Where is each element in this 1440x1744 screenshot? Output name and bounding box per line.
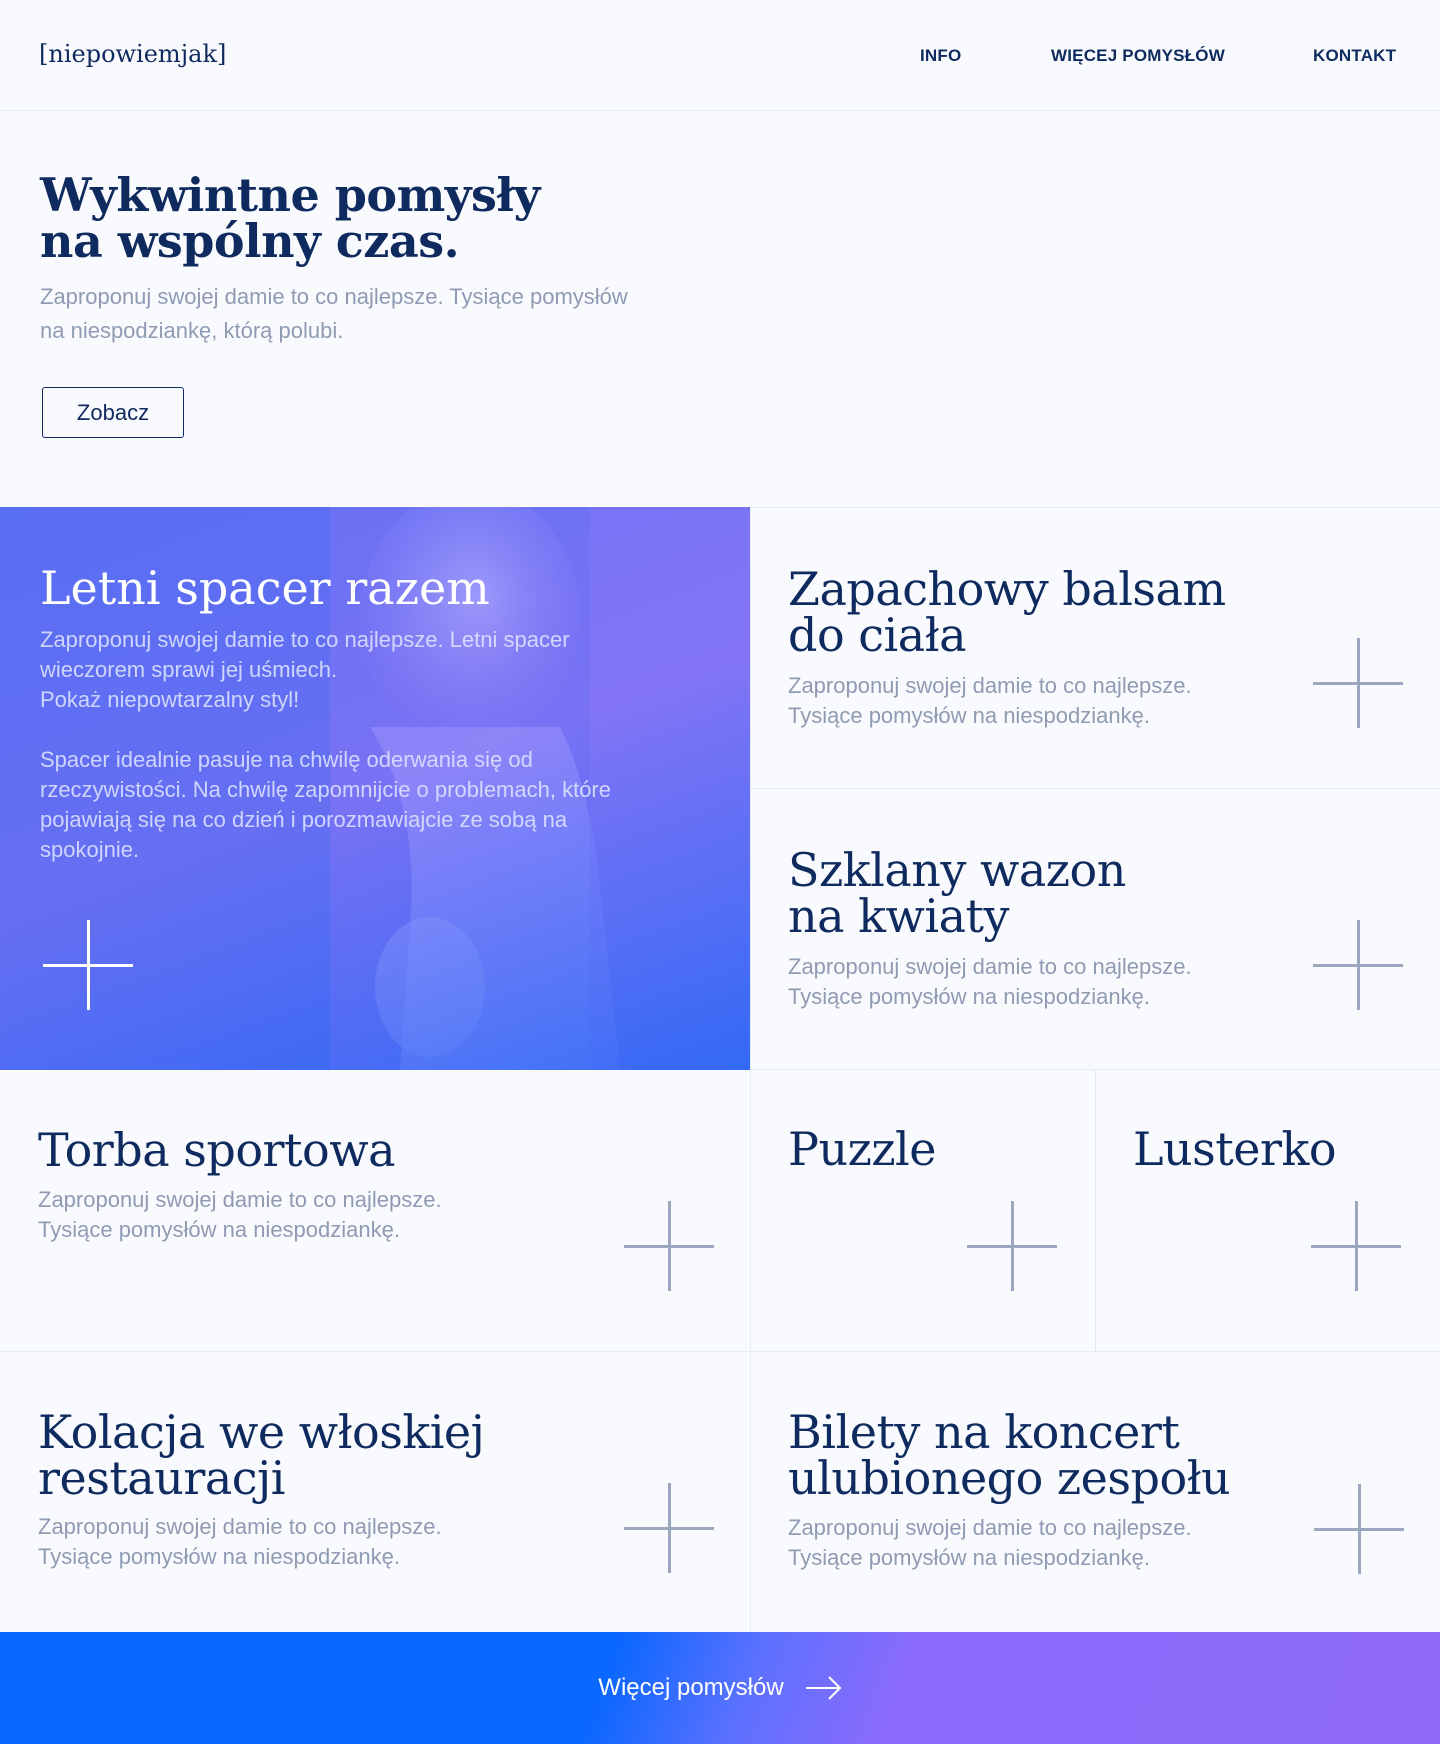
card-desc-line: Tysiące pomysłów na niespodziankę. [38,1544,400,1569]
card-desc-line: Tysiące pomysłów na niespodziankę. [788,1545,1150,1570]
hero-title-line-1: Wykwintne pomysły [40,168,540,222]
card-title: Lusterko [1133,1122,1337,1176]
card-desc-line: Zaproponuj swojej damie to co najlepsze. [788,1515,1192,1540]
more-ideas-label: Więcej pomysłów [598,1674,784,1701]
plus-icon[interactable] [1314,1484,1404,1574]
featured-card-summer-walk[interactable]: Letni spacer razem Zaproponuj swojej dam… [0,507,750,1070]
card-title: Puzzle [788,1126,936,1172]
featured-desc-line: Zaproponuj swojej damie to co najlepsze.… [40,627,570,652]
hero-subtitle-line-2: na niespodziankę, którą polubi. [40,318,344,343]
featured-desc-line: rzeczywistości. Na chwilę zapomnijcie o … [40,777,611,802]
card-desc-line: Tysiące pomysłów na niespodziankę. [788,984,1150,1009]
card-title-line: na kwiaty [788,889,1010,943]
see-button[interactable]: Zobacz [42,387,184,438]
card-title: Zapachowy balsam do ciała [788,566,1226,658]
arrow-right-icon [805,1676,842,1700]
card-description: Zaproponuj swojej damie to co najlepsze.… [788,671,1192,731]
card-description: Zaproponuj swojej damie to co najlepsze.… [788,1513,1192,1573]
featured-desc-line: wieczorem sprawi jej uśmiech. [40,657,338,682]
nav-item-more-ideas[interactable]: WIĘCEJ POMYSŁÓW [1051,46,1225,66]
site-header: [niepowiemjak] INFO WIĘCEJ POMYSŁÓW KONT… [0,0,1440,111]
card-title-line: Szklany wazon [788,843,1126,897]
card-desc-line: Tysiące pomysłów na niespodziankę. [38,1217,400,1242]
plus-icon[interactable] [1311,1201,1401,1291]
card-title: Szklany wazon na kwiaty [788,847,1126,939]
card-concert-tickets[interactable]: Bilety na koncert ulubionego zespołu Zap… [751,1352,1440,1632]
card-description: Zaproponuj swojej damie to co najlepsze.… [38,1185,442,1245]
card-desc-line: Zaproponuj swojej damie to co najlepsze. [38,1187,442,1212]
card-title-line: Lusterko [1133,1122,1337,1176]
featured-desc-line: Spacer idealnie pasuje na chwilę oderwan… [40,747,533,772]
card-sports-bag[interactable]: Torba sportowa Zaproponuj swojej damie t… [0,1070,750,1351]
featured-desc-line: spokojnie. [40,837,140,862]
plus-icon[interactable] [1313,638,1403,728]
card-title-line: ulubionego zespołu [788,1451,1231,1505]
plus-icon[interactable] [1313,920,1403,1010]
card-title: Torba sportowa [38,1123,396,1177]
nav-item-info[interactable]: INFO [920,46,961,66]
featured-title: Letni spacer razem [40,561,490,615]
featured-description: Zaproponuj swojej damie to co najlepsze.… [40,625,680,865]
nav-item-contact[interactable]: KONTAKT [1313,46,1396,66]
featured-desc-line: Pokaż niepowtarzalny styl! [40,687,300,712]
card-desc-line: Zaproponuj swojej damie to co najlepsze. [788,954,1192,979]
card-mirror[interactable]: Lusterko [1096,1070,1440,1351]
site-logo[interactable]: [niepowiemjak] [39,40,226,68]
card-balsam[interactable]: Zapachowy balsam do ciała Zaproponuj swo… [751,508,1440,788]
card-vase[interactable]: Szklany wazon na kwiaty Zaproponuj swoje… [751,789,1440,1069]
card-title-line: Zapachowy balsam [788,562,1226,616]
plus-icon[interactable] [967,1201,1057,1291]
plus-icon[interactable] [624,1483,714,1573]
hero-subtitle: Zaproponuj swojej damie to co najlepsze.… [40,280,700,348]
hero-title: Wykwintne pomysły na wspólny czas. [40,172,680,264]
card-desc-line: Zaproponuj swojej damie to co najlepsze. [788,673,1192,698]
card-desc-line: Zaproponuj swojej damie to co najlepsze. [38,1514,442,1539]
card-description: Zaproponuj swojej damie to co najlepsze.… [38,1512,442,1572]
card-title: Kolacja we włoskiej restauracji [38,1405,485,1505]
card-title: Bilety na koncert ulubionego zespołu [788,1405,1231,1505]
plus-icon[interactable] [624,1201,714,1291]
card-desc-line: Tysiące pomysłów na niespodziankę. [788,703,1150,728]
card-title-line: Bilety na koncert [788,1405,1180,1459]
more-ideas-banner[interactable]: Więcej pomysłów [0,1632,1440,1744]
card-dinner[interactable]: Kolacja we włoskiej restauracji Zapropon… [0,1352,750,1632]
card-title-line: Puzzle [788,1122,936,1176]
hero-title-line-2: na wspólny czas. [40,214,460,268]
card-description: Zaproponuj swojej damie to co najlepsze.… [788,952,1192,1012]
card-puzzle[interactable]: Puzzle [751,1070,1095,1351]
card-title-line: restauracji [38,1451,286,1505]
plus-icon[interactable] [43,920,133,1010]
card-title-line: Kolacja we włoskiej [38,1405,485,1459]
hero-subtitle-line-1: Zaproponuj swojej damie to co najlepsze.… [40,284,628,309]
card-title-line: Torba sportowa [38,1123,396,1177]
featured-desc-line: pojawiają się na co dzień i porozmawiajc… [40,807,568,832]
card-title-line: do ciała [788,608,967,662]
